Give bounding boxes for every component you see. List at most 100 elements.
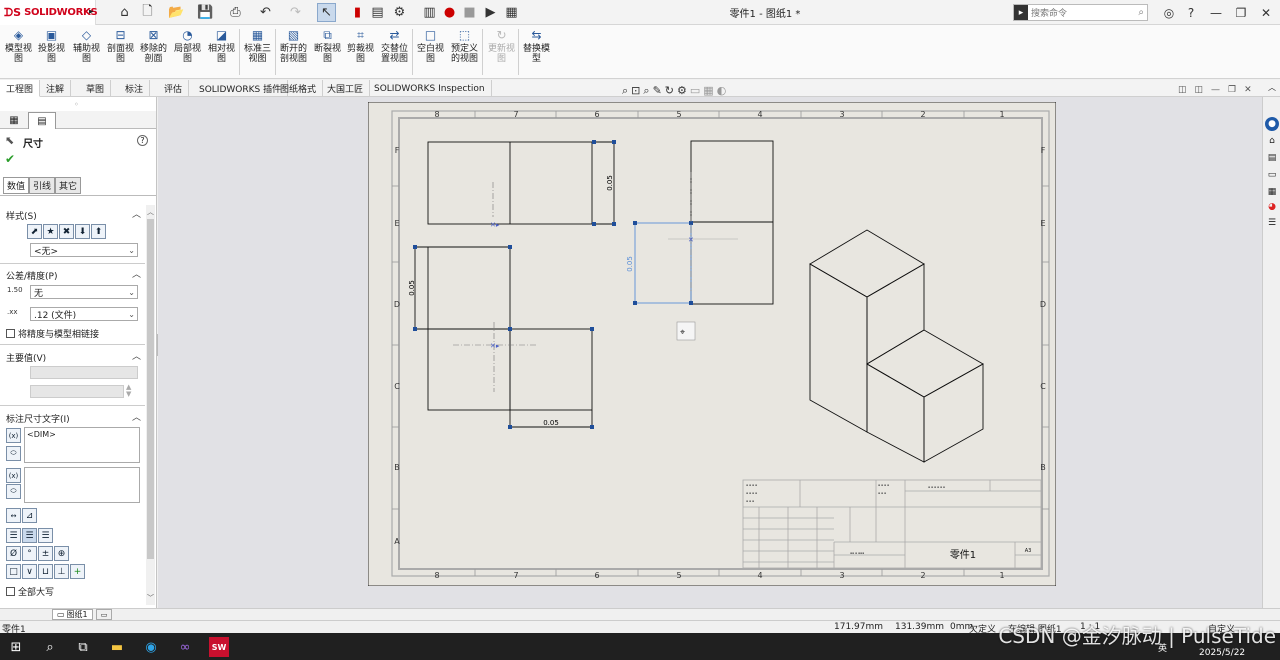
rotate-icon[interactable]: ↻ — [665, 84, 674, 98]
collapse-primary-icon[interactable]: ︿ — [132, 349, 141, 362]
search-icon[interactable]: ⌕ — [40, 637, 60, 657]
tab-value[interactable]: 数值 — [3, 177, 30, 194]
viewport-split-icon[interactable]: ◫ — [1178, 85, 1187, 95]
align-left-icon[interactable]: ☰ — [6, 528, 21, 543]
play-icon[interactable]: ▶ — [481, 3, 500, 22]
undo-icon[interactable]: ↶ — [256, 3, 275, 22]
user-icon[interactable]: ◎ — [1160, 4, 1178, 21]
primary-value-field[interactable] — [30, 385, 124, 398]
scroll-down-icon[interactable]: ﹀ — [147, 593, 154, 603]
collapse-tolerance-icon[interactable]: ︿ — [132, 267, 141, 280]
delete-style-icon[interactable]: ✖ — [59, 224, 74, 239]
redo-icon[interactable]: ↷ — [286, 3, 305, 22]
scroll-thumb[interactable] — [147, 219, 154, 559]
search-mode-icon[interactable]: ▸ — [1014, 5, 1028, 20]
align-center-icon[interactable]: ☰ — [22, 528, 37, 543]
help-icon[interactable]: ? — [1182, 4, 1200, 21]
new-file-icon[interactable]: 🗋 — [138, 3, 157, 22]
rebuild-icon[interactable]: ▮ — [348, 3, 367, 22]
more-symbols-icon[interactable]: + — [70, 564, 85, 579]
file-explorer-icon[interactable]: ▬ — [107, 637, 127, 657]
file-properties-icon[interactable]: ▤ — [368, 3, 387, 22]
plus-minus-symbol-icon[interactable]: ± — [38, 546, 53, 561]
view-settings-icon[interactable]: ⚙ — [677, 84, 687, 98]
apply-style-icon[interactable]: ⬈ — [27, 224, 42, 239]
viewport-restore-icon[interactable]: ❐ — [1228, 85, 1236, 95]
design-library-icon[interactable]: ▤ — [1265, 151, 1279, 165]
tab-sheet1[interactable]: ▭ 图纸1 — [52, 609, 93, 620]
ok-check-icon[interactable]: ✔ — [5, 152, 15, 166]
predefined-view-button[interactable]: ⬚ 预定义的视图 — [448, 27, 481, 77]
detail-view-button[interactable]: ◔ 局部视图 — [171, 27, 204, 77]
drawing-sheet[interactable]: 8 7 6 5 4 3 2 1 8 7 6 5 4 3 2 1 F E D C … — [368, 102, 1056, 586]
edge-browser-icon[interactable]: ◉ — [141, 637, 161, 657]
select-arrow-icon[interactable]: ↖ — [317, 3, 336, 22]
sketch-tool-icon[interactable]: ✎ — [653, 84, 662, 98]
zoom-previous-icon[interactable]: ⌕ — [643, 84, 649, 98]
tab-other[interactable]: 其它 — [55, 177, 82, 194]
empty-view-button[interactable]: □ 空白视图 — [414, 27, 447, 77]
section-view-button[interactable]: ⊟ 剖面视图 — [104, 27, 137, 77]
add-style-icon[interactable]: ★ — [43, 224, 58, 239]
link-precision-checkbox[interactable] — [6, 329, 15, 338]
stop-icon[interactable]: ■ — [460, 3, 479, 22]
save-style-icon[interactable]: ⬇ — [75, 224, 90, 239]
update-view-button[interactable]: ↻ 更新视图 — [485, 27, 518, 77]
tab-markup[interactable]: 标注 — [119, 80, 151, 97]
tab-craftsman[interactable]: 大国工匠 — [321, 80, 371, 97]
task-view-icon[interactable]: ⧉ — [73, 637, 93, 657]
inspection-lower-icon[interactable]: ⬭ — [6, 484, 21, 499]
collapse-ribbon-icon[interactable]: ︿ — [1268, 82, 1276, 93]
tab-evaluate[interactable]: 评估 — [158, 80, 190, 97]
degree-symbol-icon[interactable]: ° — [22, 546, 37, 561]
standard-3-view-button[interactable]: ▦ 标准三视图 — [241, 27, 274, 77]
dim-side-view[interactable]: 0.05 — [626, 256, 634, 272]
add-parentheses-lower-icon[interactable]: (x) — [6, 468, 21, 483]
collapse-dimtext-icon[interactable]: ︿ — [132, 410, 141, 423]
feature-tree-tab-icon[interactable]: ▦ — [4, 113, 24, 128]
close-icon[interactable]: ✕ — [1257, 4, 1275, 21]
auxiliary-view-button[interactable]: ◇ 辅助视图 — [70, 27, 103, 77]
macro-icon[interactable]: ▥ — [420, 3, 439, 22]
zoom-to-fit-icon[interactable]: ⌕ — [622, 84, 628, 98]
all-caps-checkbox[interactable] — [6, 587, 15, 596]
options-gear-icon[interactable]: ⚙ — [390, 3, 409, 22]
dim-top-view[interactable]: 0.05 — [606, 175, 614, 191]
solidworks-taskbar-icon[interactable]: SW — [209, 637, 229, 657]
open-file-icon[interactable]: 📂 — [167, 3, 186, 22]
edit-macro-icon[interactable]: ▦ — [502, 3, 521, 22]
menu-arrow-icon[interactable]: ▸ — [89, 7, 94, 17]
dim-text-lower[interactable] — [24, 467, 140, 503]
appearances-icon[interactable]: ◕ — [1265, 200, 1279, 214]
tab-leader[interactable]: 引线 — [29, 177, 56, 194]
spinner-icon[interactable]: ▲ ▼ — [126, 384, 131, 398]
record-icon[interactable]: ● — [440, 3, 459, 22]
tab-inspection[interactable]: SOLIDWORKS Inspection — [368, 80, 492, 97]
restore-icon[interactable]: ❐ — [1232, 4, 1250, 21]
centerline-symbol-icon[interactable]: ⊕ — [54, 546, 69, 561]
crop-view-button[interactable]: ⌗ 剪裁视图 — [344, 27, 377, 77]
visual-studio-icon[interactable]: ∞ — [175, 637, 195, 657]
display-style-icon[interactable]: ▦ — [703, 84, 713, 98]
splitter-dot[interactable]: ◦ — [74, 100, 79, 109]
add-parentheses-icon[interactable]: (x) — [6, 428, 21, 443]
dim-front-horizontal[interactable]: 0.05 — [543, 419, 559, 427]
viewport-min-icon[interactable]: — — [1211, 85, 1220, 95]
square-symbol-icon[interactable]: □ — [6, 564, 21, 579]
projected-view-button[interactable]: ▣ 投影视图 — [35, 27, 68, 77]
add-sheet-icon[interactable]: ▭ — [96, 609, 112, 620]
property-manager-tab-icon[interactable]: ▤ — [28, 112, 56, 129]
style-select[interactable]: <无> ⌄ — [30, 243, 138, 257]
tab-annotation[interactable]: 注解 — [40, 80, 72, 97]
alternate-position-button[interactable]: ⇄ 交替位置视图 — [378, 27, 411, 77]
tolerance-type-select[interactable]: 无 ⌄ — [30, 285, 138, 299]
hide-show-icon[interactable]: ▭ — [690, 84, 700, 98]
counterbore-symbol-icon[interactable]: ⊔ — [38, 564, 53, 579]
home-icon[interactable]: ⌂ — [1265, 134, 1279, 148]
relative-view-button[interactable]: ◪ 相对视图 — [205, 27, 238, 77]
viewport-close-icon[interactable]: ✕ — [1244, 85, 1252, 95]
scroll-up-icon[interactable]: ︿ — [147, 207, 154, 217]
tab-drawing[interactable]: 工程图 — [0, 80, 41, 97]
print-icon[interactable]: ⎙ — [226, 3, 245, 22]
dim-front-vertical[interactable]: 0.05 — [408, 280, 416, 296]
